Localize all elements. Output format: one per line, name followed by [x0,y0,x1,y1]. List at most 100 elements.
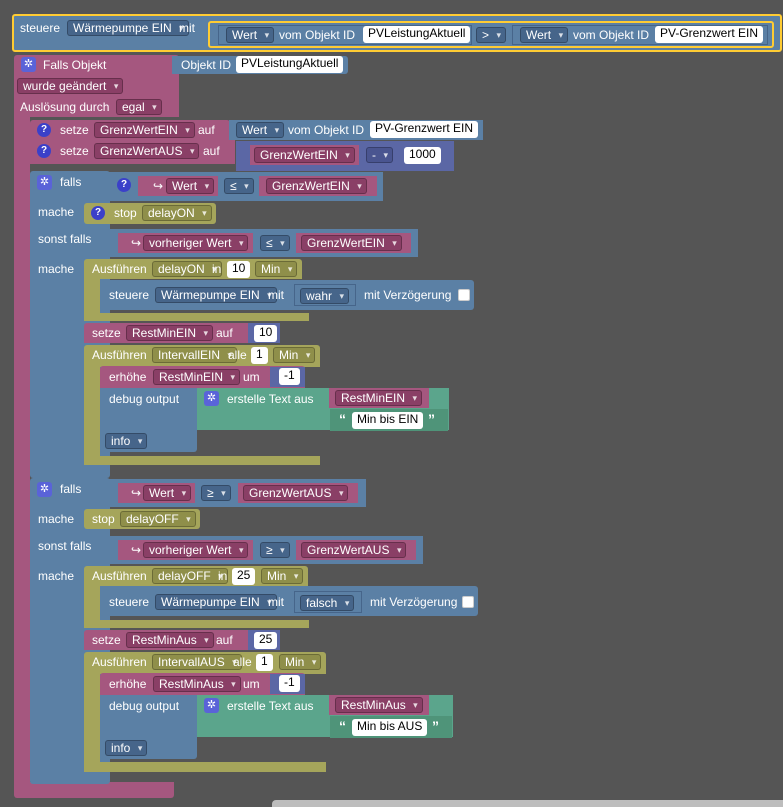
operator-dropdown[interactable]: > [476,27,507,43]
if2-inc-number-field[interactable]: -1 [279,675,300,692]
gear-icon[interactable]: ✲ [37,482,52,497]
if2-timeout-var-dropdown[interactable]: delayOFF [152,568,228,584]
question-icon[interactable]: ? [37,144,51,158]
if1-call-value-dropdown[interactable]: wahr [300,288,350,304]
if2-stop-var-dropdown[interactable]: delayOFF [120,511,196,527]
set-ein-of-object-label: vom Objekt ID [288,123,365,137]
procedure-name-dropdown[interactable]: Wärmepumpe EIN [67,20,189,36]
if2-call-label: steuere [109,595,150,609]
set-aus-to-label: auf [203,144,220,158]
set-ein-attr-dropdown[interactable]: Wert [236,122,285,138]
return-arrow-icon: ↪ [131,486,142,500]
if1-text-label: erstelle Text aus [227,392,314,406]
if2-inc-var-dropdown[interactable]: RestMinAus [153,676,241,692]
if2-interval-num-field[interactable]: 1 [256,654,273,671]
if1-do2-label: mache [38,262,75,276]
if1-set-number-field[interactable]: 10 [254,325,278,342]
return-arrow-icon: ↪ [131,543,142,557]
if2-timeout-num-field[interactable]: 25 [232,568,256,585]
if1-inc-number-field[interactable]: -1 [279,368,300,385]
if2-text-var-dropdown[interactable]: RestMinAus [335,697,423,713]
if2-inc-by-label: um [243,677,260,691]
left-of-object-label: vom Objekt ID [279,28,356,42]
if1-inc-label: erhöhe [109,370,147,384]
if2-interval-unit-dropdown[interactable]: Min [279,654,322,670]
trigger-by-dropdown[interactable]: egal [116,99,162,115]
if2-timeout-unit-dropdown[interactable]: Min [261,568,304,584]
if2-set-number-field[interactable]: 25 [254,632,278,649]
question-icon[interactable]: ? [91,206,105,220]
gear-icon[interactable]: ✲ [204,391,219,406]
if1-elseif-op-dropdown[interactable]: ≤ [260,235,290,251]
if1-every-label: alle [228,348,247,362]
if1-stop-var-dropdown[interactable]: delayON [142,205,212,221]
question-icon[interactable]: ? [37,123,51,137]
open-quote-icon: “ [339,718,346,734]
if2-level-dropdown[interactable]: info [105,740,148,756]
if1-cond-op-dropdown[interactable]: ≤ [224,178,254,194]
return-arrow-icon: ↪ [131,236,142,250]
trigger-object-id-field[interactable]: PVLeistungAktuell [236,56,344,73]
left-attr-dropdown[interactable]: Wert [226,27,275,43]
if1-cond-attr-dropdown[interactable]: Wert [166,178,215,194]
if2-elseif-var-dropdown[interactable]: GrenzWertAUS [301,542,407,558]
if2-cond-op-dropdown[interactable]: ≥ [201,485,231,501]
if1-timeout-unit-dropdown[interactable]: Min [255,261,298,277]
gear-icon[interactable]: ✲ [37,175,52,190]
if1-set-to-label: auf [216,326,233,340]
if2-do-label: mache [38,512,75,526]
if2-call-name-dropdown[interactable]: Wärmepumpe EIN [155,594,277,610]
if1-interval-var-dropdown[interactable]: IntervallEIN [152,347,238,363]
if2-text-string-field[interactable]: Min bis AUS [352,719,428,736]
if2-timeout-bottom [84,620,309,628]
if1-timeout-num-field[interactable]: 10 [227,261,251,278]
if1-elseif-attr-dropdown[interactable]: vorheriger Wert [143,235,249,251]
if1-level-dropdown[interactable]: info [105,433,148,449]
if1-text-var-dropdown[interactable]: RestMinEIN [335,390,423,406]
if1-timeout-bottom [84,313,309,321]
if1-cond-var-dropdown[interactable]: GrenzWertEIN [266,178,367,194]
set-ein-object-id-field[interactable]: PV-Grenzwert EIN [370,121,479,138]
question-icon[interactable]: ? [117,178,131,192]
if1-elseif-label: sonst falls [38,232,92,246]
return-arrow-icon: ↪ [153,179,164,193]
if1-elseif-var-dropdown[interactable]: GrenzWertEIN [301,235,402,251]
if2-in-label: in [218,569,228,583]
if1-delay-checkbox[interactable] [458,289,470,301]
if2-set-label: setze [92,633,121,647]
math-operator-dropdown[interactable]: - [366,147,393,163]
if2-delay-label: mit Verzögerung [370,595,458,609]
if2-every-label: alle [233,655,252,669]
if1-delay-label: mit Verzögerung [364,288,452,302]
set-aus-var-dropdown[interactable]: GrenzWertAUS [94,143,200,159]
set-ein-var-dropdown[interactable]: GrenzWertEIN [94,122,195,138]
if1-inc-var-dropdown[interactable]: RestMinEIN [153,369,241,385]
right-attr-dropdown[interactable]: Wert [520,27,569,43]
gear-icon[interactable]: ✲ [204,698,219,713]
if1-interval-unit-dropdown[interactable]: Min [273,347,316,363]
if1-interval-num-field[interactable]: 1 [251,347,268,364]
if1-text-string-field[interactable]: Min bis EIN [352,412,424,429]
horizontal-scrollbar[interactable] [272,800,783,807]
gear-icon[interactable]: ✲ [21,57,36,72]
if1-set-var-dropdown[interactable]: RestMinEIN [126,325,214,341]
if2-text-label: erstelle Text aus [227,699,314,713]
math-operand-var-dropdown[interactable]: GrenzWertEIN [254,147,355,163]
if2-interval-var-dropdown[interactable]: IntervallAUS [152,654,242,670]
math-number-field[interactable]: 1000 [404,147,441,164]
if2-cond-attr-dropdown[interactable]: Wert [143,485,192,501]
if2-cond-var-dropdown[interactable]: GrenzWertAUS [243,485,349,501]
if1-if-label: falls [60,175,82,189]
set-ein-to-label: auf [198,123,215,137]
if2-elseif-attr-dropdown[interactable]: vorheriger Wert [143,542,249,558]
if2-set-var-dropdown[interactable]: RestMinAus [126,632,214,648]
if2-call-value-dropdown[interactable]: falsch [300,595,355,611]
right-object-id-field[interactable]: PV-Grenzwert EIN [655,26,764,43]
trigger-condition-dropdown[interactable]: wurde geändert [17,78,124,94]
if2-delay-checkbox[interactable] [462,596,474,608]
trigger-block-spine [14,117,30,789]
left-object-id-field[interactable]: PVLeistungAktuell [363,26,471,43]
if1-call-name-dropdown[interactable]: Wärmepumpe EIN [155,287,277,303]
procedure-with-label: mit [179,21,195,35]
if2-elseif-op-dropdown[interactable]: ≥ [260,542,290,558]
